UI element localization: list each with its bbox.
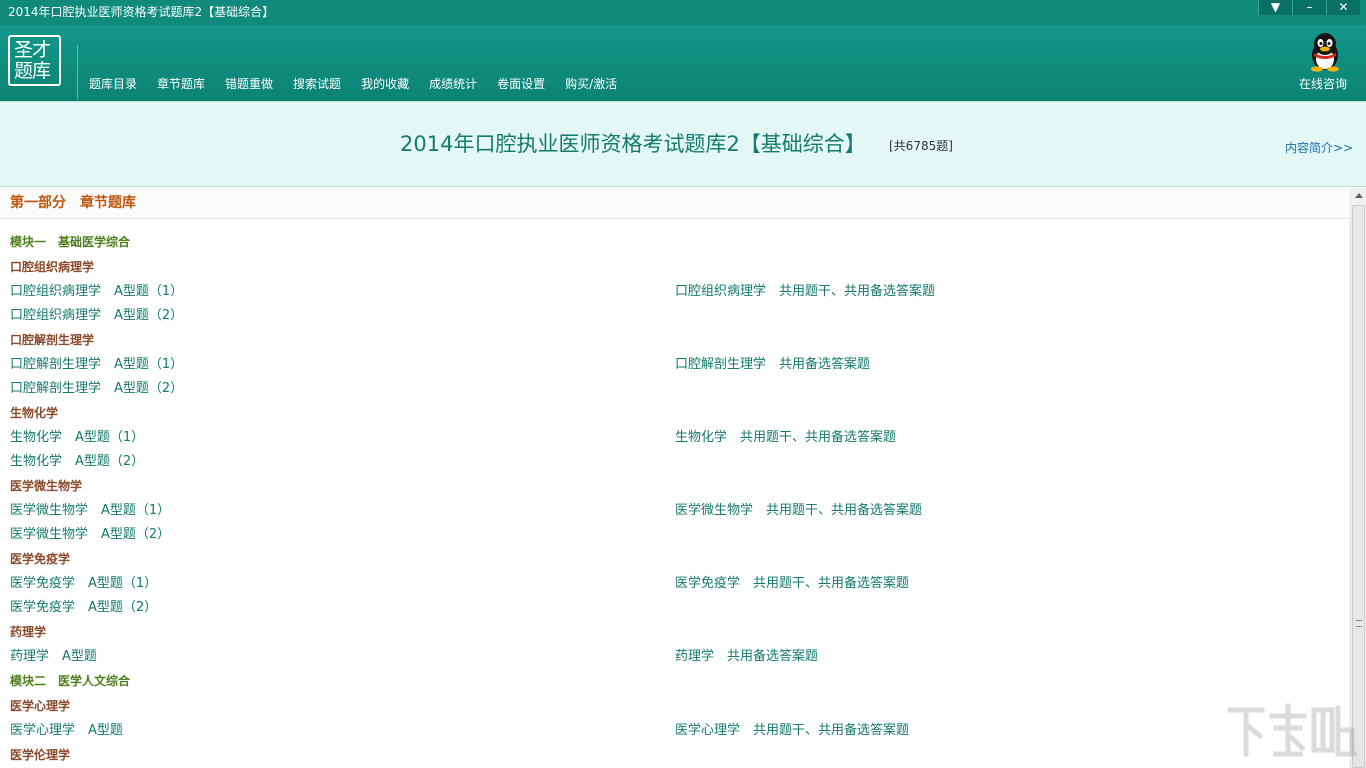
nav-redo-wrong[interactable]: 错题重做 — [225, 77, 273, 91]
module-title: 模块一 基础医学综合 — [10, 235, 131, 249]
exam-banner: 2014年口腔执业医师资格考试题库2【基础综合】 [共6785题] 内容简介>> — [0, 101, 1366, 187]
vertical-scrollbar[interactable] — [1350, 188, 1366, 768]
subject-title: 药理学 — [10, 625, 47, 639]
module-row: 模块二 医学人文综合 — [0, 669, 1350, 693]
nav-favorites[interactable]: 我的收藏 — [361, 77, 409, 91]
chapter-link[interactable]: 药理学 共用备选答案题 — [675, 649, 818, 664]
nav-paper-settings[interactable]: 卷面设置 — [497, 77, 545, 91]
nav-chapter-bank[interactable]: 章节题库 — [157, 77, 205, 91]
chapter-link[interactable]: 医学微生物学 A型题（2） — [10, 527, 170, 542]
window-title: 2014年口腔执业医师资格考试题库2【基础综合】 — [8, 5, 275, 19]
qq-penguin-icon[interactable] — [1306, 32, 1344, 72]
minimize-button[interactable]: – — [1292, 0, 1326, 15]
main-menu: 题库目录 章节题库 错题重做 搜索试题 我的收藏 成绩统计 卷面设置 购买/激活 — [89, 77, 637, 91]
subject-row: 口腔组织病理学 — [0, 255, 1350, 279]
nav-question-bank-catalog[interactable]: 题库目录 — [89, 77, 137, 91]
subject-title: 口腔组织病理学 — [10, 260, 95, 274]
chapter-link[interactable]: 医学心理学 A型题 — [10, 723, 123, 738]
chapter-row: 医学免疫学 A型题（2） — [0, 595, 1350, 619]
chapter-row: 医学微生物学 A型题（1） 医学微生物学 共用题干、共用备选答案题 — [0, 498, 1350, 522]
chapter-row: 医学微生物学 A型题（2） — [0, 522, 1350, 546]
chapter-row: 医学心理学 A型题 医学心理学 共用题干、共用备选答案题 — [0, 718, 1350, 742]
section-header: 第一部分 章节题库 — [0, 188, 1350, 219]
chapter-link[interactable]: 医学免疫学 A型题（1） — [10, 576, 157, 591]
title-bar: 2014年口腔执业医师资格考试题库2【基础综合】 ▼ – ✕ — [0, 0, 1366, 25]
chapter-row: 医学免疫学 A型题（1） 医学免疫学 共用题干、共用备选答案题 — [0, 571, 1350, 595]
chapter-link[interactable]: 医学微生物学 A型题（1） — [10, 503, 170, 518]
chapter-row: 生物化学 A型题（2） — [0, 449, 1350, 473]
chapter-link[interactable]: 口腔解剖生理学 共用备选答案题 — [675, 357, 870, 372]
subject-row: 生物化学 — [0, 401, 1350, 425]
chapter-row: 生物化学 A型题（1） 生物化学 共用题干、共用备选答案题 — [0, 425, 1350, 449]
nav-divider — [77, 45, 78, 99]
menu-dropdown-button[interactable]: ▼ — [1258, 0, 1292, 15]
module-title: 模块二 医学人文综合 — [10, 674, 131, 688]
logo-line-2: 题库 — [14, 60, 51, 82]
chapter-link[interactable]: 生物化学 共用题干、共用备选答案题 — [675, 430, 896, 445]
watermark-logo-icon — [1227, 703, 1357, 757]
subject-title: 医学心理学 — [10, 699, 71, 713]
chapter-row: 口腔解剖生理学 A型题（1） 口腔解剖生理学 共用备选答案题 — [0, 352, 1350, 376]
module-row: 模块一 基础医学综合 — [0, 230, 1350, 254]
chapter-row: 口腔解剖生理学 A型题（2） — [0, 376, 1350, 400]
chapter-row: 口腔组织病理学 A型题（1） 口腔组织病理学 共用题干、共用备选答案题 — [0, 279, 1350, 303]
close-button[interactable]: ✕ — [1326, 0, 1360, 15]
subject-row: 口腔解剖生理学 — [0, 328, 1350, 352]
chapter-link[interactable]: 口腔组织病理学 A型题（2） — [10, 308, 183, 323]
top-nav-bar: 圣才 题库 题库目录 章节题库 错题重做 搜索试题 我的收藏 成绩统计 卷面设置… — [0, 25, 1366, 101]
nav-search-questions[interactable]: 搜索试题 — [293, 77, 341, 91]
nav-score-stats[interactable]: 成绩统计 — [429, 77, 477, 91]
chapter-link[interactable]: 医学免疫学 共用题干、共用备选答案题 — [675, 576, 909, 591]
chapter-link[interactable]: 口腔组织病理学 共用题干、共用备选答案题 — [675, 284, 935, 299]
chapter-list: 模块一 基础医学综合 口腔组织病理学 口腔组织病理学 A型题（1） 口腔组织病理… — [0, 219, 1350, 768]
scrollbar-grip-icon — [1356, 620, 1362, 627]
app-logo: 圣才 题库 — [8, 35, 61, 86]
chapter-link[interactable]: 医学心理学 共用题干、共用备选答案题 — [675, 723, 909, 738]
content-intro-link[interactable]: 内容简介>> — [1285, 141, 1353, 155]
subject-title: 口腔解剖生理学 — [10, 333, 95, 347]
subject-title: 医学免疫学 — [10, 552, 71, 566]
chapter-link[interactable]: 药理学 A型题 — [10, 649, 97, 664]
chapter-link[interactable]: 医学微生物学 共用题干、共用备选答案题 — [675, 503, 922, 518]
exam-title: 2014年口腔执业医师资格考试题库2【基础综合】 — [400, 132, 866, 156]
subject-title: 生物化学 — [10, 406, 59, 420]
subject-row: 医学伦理学 — [0, 743, 1350, 767]
subject-row: 医学微生物学 — [0, 474, 1350, 498]
logo-line-1: 圣才 — [14, 39, 51, 61]
chapter-link[interactable]: 口腔组织病理学 A型题（1） — [10, 284, 183, 299]
scrollbar-thumb[interactable] — [1352, 205, 1365, 768]
window-controls: ▼ – ✕ — [1258, 0, 1360, 15]
chapter-link[interactable]: 医学免疫学 A型题（2） — [10, 600, 157, 615]
subject-title: 医学伦理学 — [10, 748, 71, 762]
chapter-row: 药理学 A型题 药理学 共用备选答案题 — [0, 644, 1350, 668]
subject-row: 医学免疫学 — [0, 547, 1350, 571]
chapter-row: 口腔组织病理学 A型题（2） — [0, 303, 1350, 327]
subject-title: 医学微生物学 — [10, 479, 83, 493]
question-count: [共6785题] — [889, 139, 953, 153]
chapter-link[interactable]: 口腔解剖生理学 A型题（2） — [10, 381, 183, 396]
chapter-link[interactable]: 生物化学 A型题（2） — [10, 454, 144, 469]
subject-row: 药理学 — [0, 620, 1350, 644]
chapter-link[interactable]: 口腔解剖生理学 A型题（1） — [10, 357, 183, 372]
subject-row: 医学心理学 — [0, 694, 1350, 718]
online-consult-link[interactable]: 在线咨询 — [1299, 77, 1347, 91]
scroll-up-arrow-icon[interactable] — [1355, 193, 1363, 198]
nav-buy-activate[interactable]: 购买/激活 — [565, 77, 617, 91]
section-title: 第一部分 章节题库 — [10, 195, 136, 211]
chapter-link[interactable]: 生物化学 A型题（1） — [10, 430, 144, 445]
